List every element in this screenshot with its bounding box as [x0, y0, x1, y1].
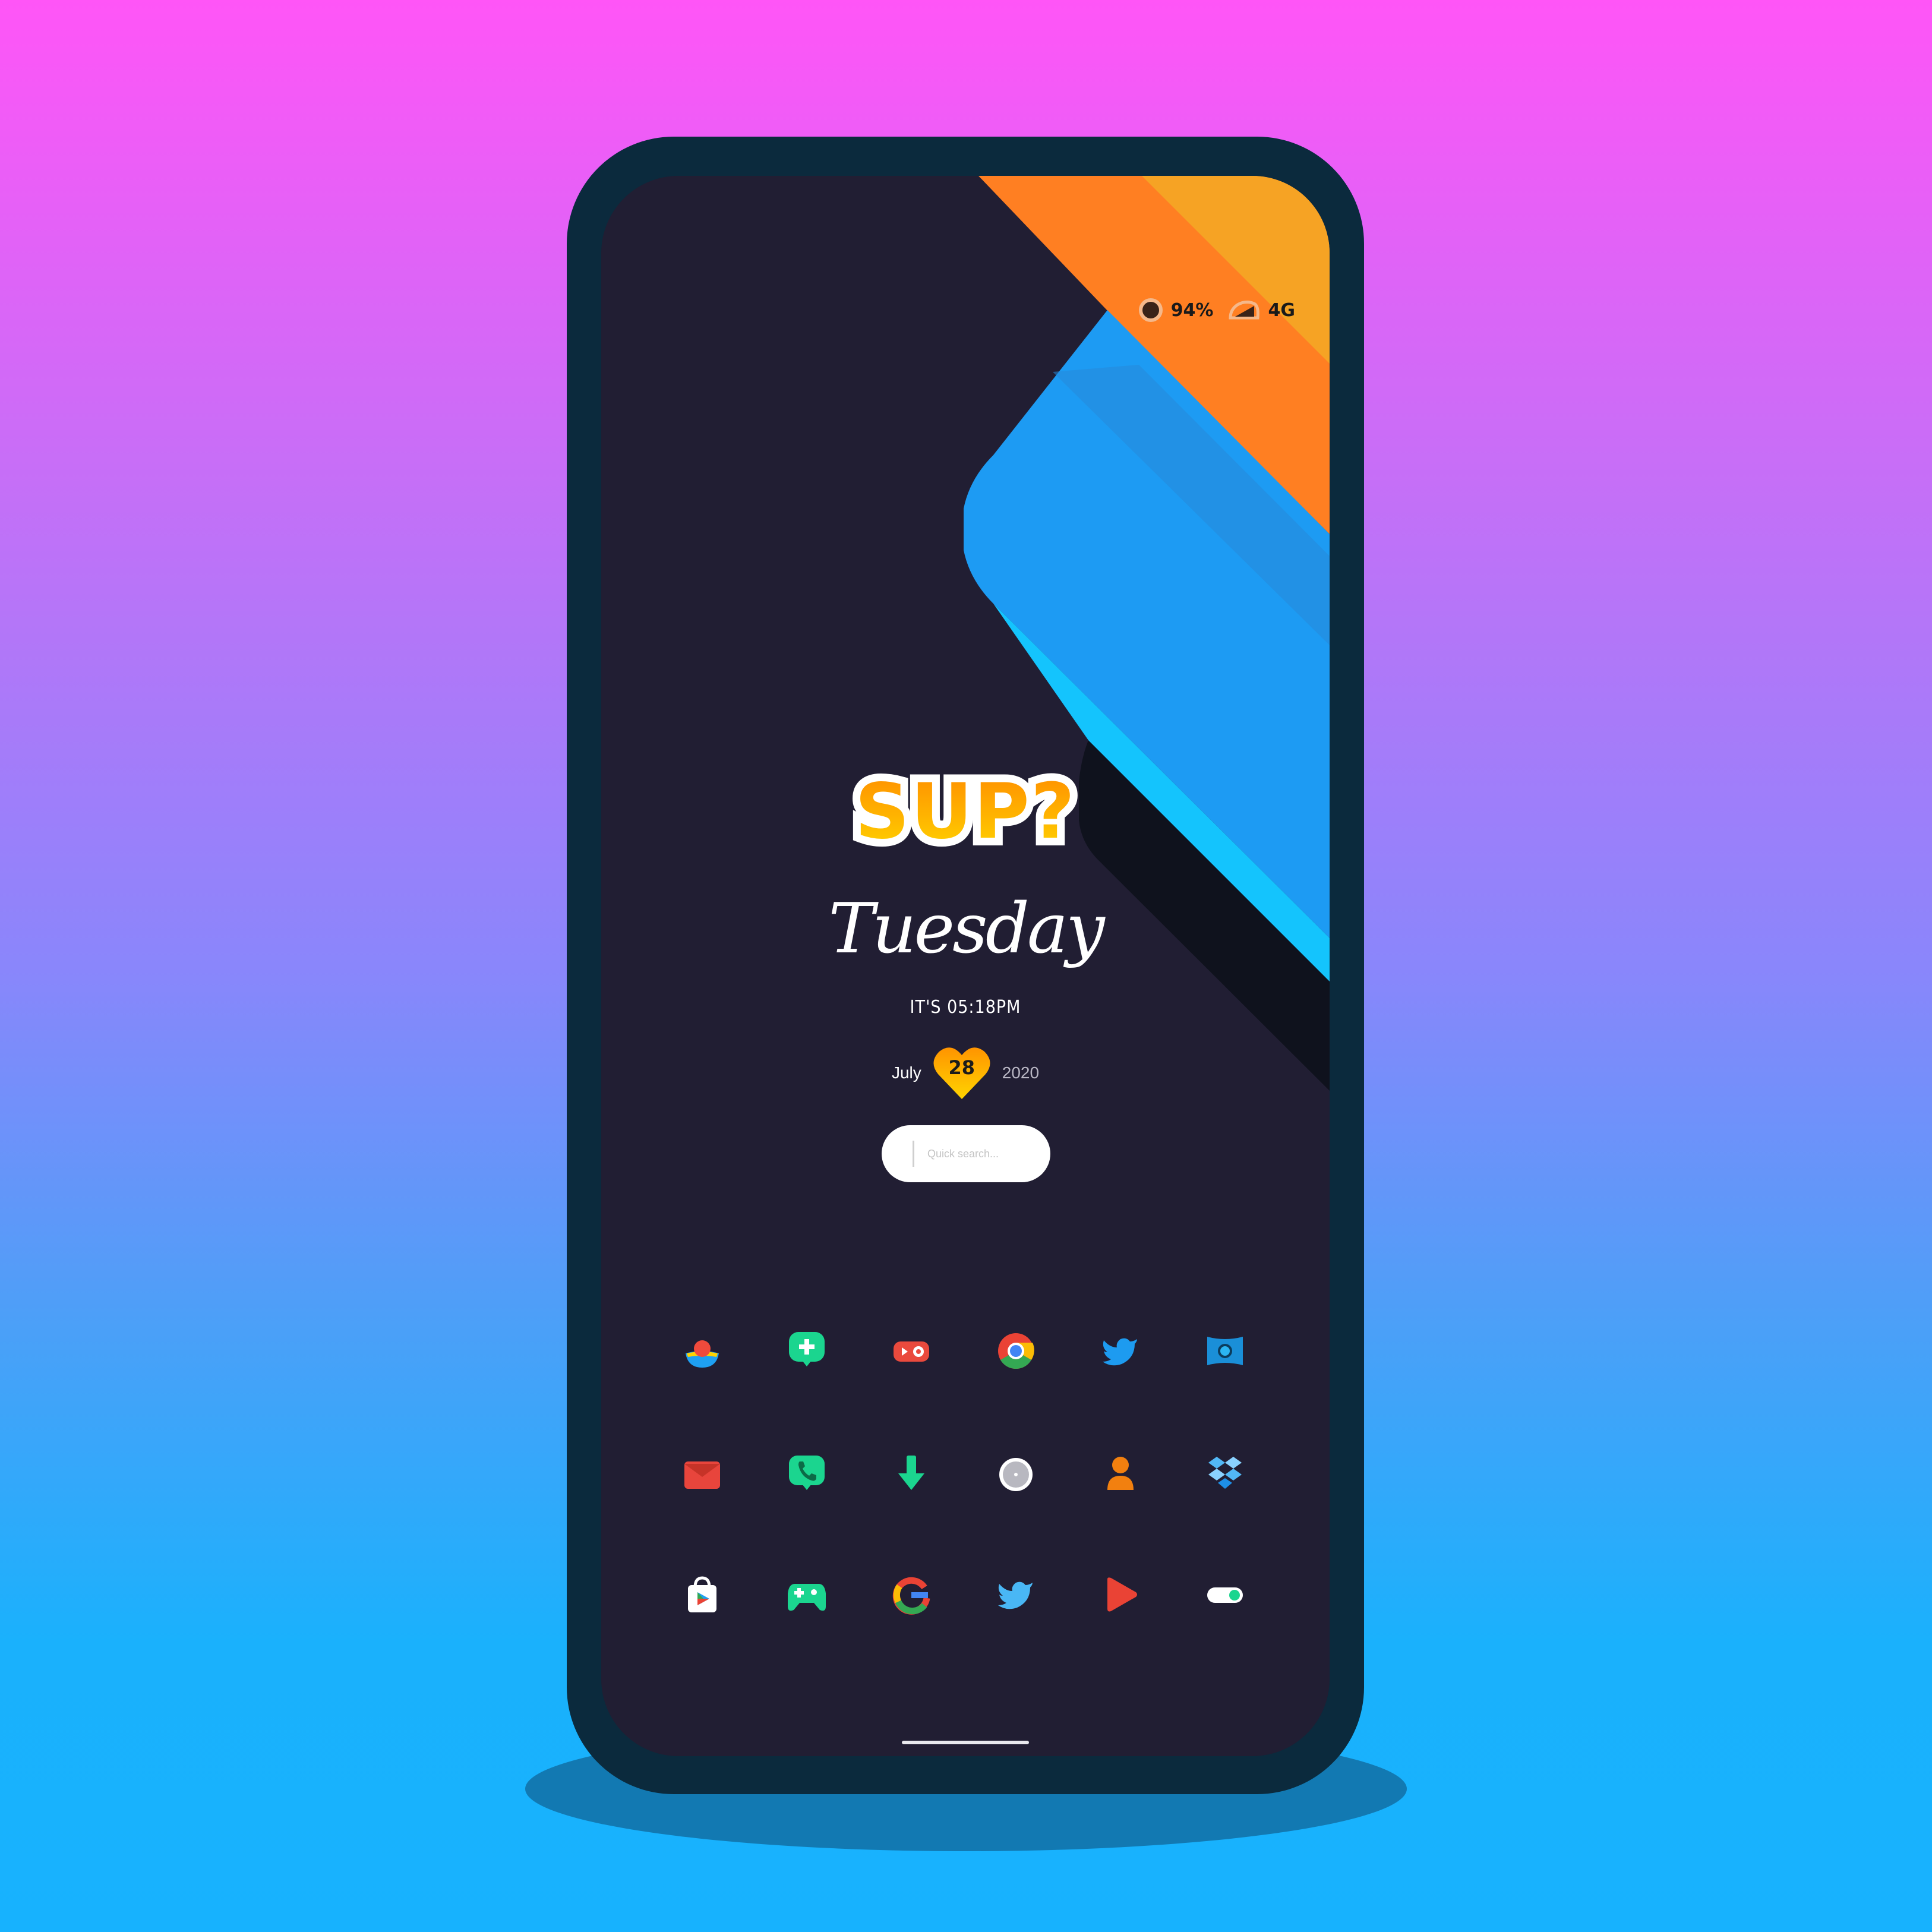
video-app-icon[interactable]: [891, 1331, 932, 1371]
network-type: 4G: [1268, 299, 1296, 321]
messages-app-icon[interactable]: [787, 1328, 827, 1369]
quick-search-bar[interactable]: Quick search...: [882, 1125, 1050, 1182]
month-label: July: [891, 1063, 921, 1082]
text-cursor: [913, 1141, 914, 1167]
battery-icon: [1138, 298, 1163, 322]
contacts-app-icon[interactable]: [1100, 1453, 1141, 1494]
phone-screen: 94% 4G SUP? SUP? Tuesday IT'S 05:18PM Ju…: [601, 176, 1330, 1756]
phone-app-icon[interactable]: [787, 1452, 827, 1492]
year-label: 2020: [1002, 1063, 1040, 1082]
clock-app-icon[interactable]: [996, 1454, 1036, 1495]
youtube-app-icon[interactable]: [1100, 1574, 1141, 1615]
greeting-text: SUP?: [601, 768, 1330, 856]
home-indicator[interactable]: [902, 1741, 1029, 1744]
camera-app-icon[interactable]: [1205, 1331, 1245, 1371]
day-number: 28: [948, 1056, 976, 1079]
google-app-icon[interactable]: [891, 1574, 932, 1615]
heart-date-badge: 28: [932, 1044, 992, 1101]
date-row: July 28 2020: [601, 1044, 1330, 1101]
signal-icon: [1228, 300, 1259, 320]
games-app-icon[interactable]: [787, 1576, 827, 1616]
status-bar: 94% 4G: [1138, 298, 1296, 322]
download-app-icon[interactable]: [891, 1453, 932, 1494]
twitter-app-icon[interactable]: [996, 1574, 1036, 1615]
weekday-label: Tuesday: [828, 889, 1104, 969]
play-store-app-icon[interactable]: [682, 1574, 722, 1615]
dropbox-app-icon[interactable]: [1205, 1453, 1245, 1494]
settings-toggle-app-icon[interactable]: [1205, 1574, 1245, 1615]
weather-app-icon[interactable]: [682, 1331, 722, 1371]
battery-level: 94%: [1170, 299, 1214, 321]
twitter-app-icon[interactable]: [1100, 1331, 1141, 1371]
time-label: IT'S 05:18PM: [910, 997, 1021, 1018]
search-placeholder: Quick search...: [927, 1147, 999, 1160]
mail-app-icon[interactable]: [682, 1454, 722, 1495]
chrome-app-icon[interactable]: [996, 1331, 1036, 1371]
